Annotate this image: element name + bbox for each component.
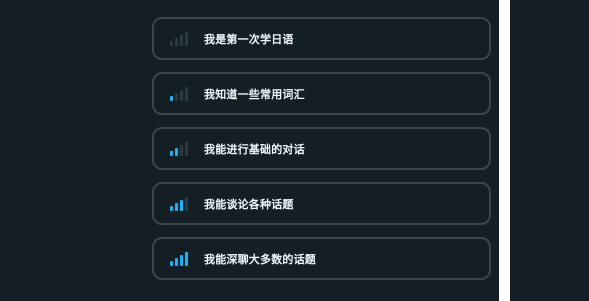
- proficiency-option-list: 我是第一次学日语 我知道一些常用词汇 我能进行基础的对话 我能谈论各种话题 我能…: [152, 17, 491, 292]
- level-option-4[interactable]: 我能谈论各种话题: [152, 182, 491, 225]
- signal-bar: [185, 86, 188, 101]
- signal-bar: [175, 37, 178, 46]
- signal-bar: [180, 254, 183, 266]
- signal-bar: [185, 141, 188, 156]
- signal-bar: [175, 257, 178, 266]
- level-option-label: 我能进行基础的对话: [204, 142, 305, 156]
- signal-bar: [170, 150, 173, 156]
- level-option-label: 我知道一些常用词汇: [204, 87, 305, 101]
- level-option-label: 我是第一次学日语: [204, 32, 294, 46]
- level-option-label: 我能深聊大多数的话题: [204, 252, 316, 266]
- signal-bar: [185, 31, 188, 46]
- signal-bar: [180, 89, 183, 101]
- level-option-5[interactable]: 我能深聊大多数的话题: [152, 237, 491, 280]
- signal-bar: [170, 205, 173, 211]
- signal-bar: [175, 92, 178, 101]
- signal-bars-icon: [170, 196, 190, 211]
- level-option-3[interactable]: 我能进行基础的对话: [152, 127, 491, 170]
- signal-bar: [180, 199, 183, 211]
- signal-bars-icon: [170, 86, 190, 101]
- signal-bar: [170, 40, 173, 46]
- side-panel: [510, 0, 589, 301]
- signal-bars-icon: [170, 31, 190, 46]
- signal-bar: [180, 144, 183, 156]
- level-option-1[interactable]: 我是第一次学日语: [152, 17, 491, 60]
- signal-bar: [175, 147, 178, 156]
- signal-bar: [185, 196, 188, 211]
- signal-bar: [180, 34, 183, 46]
- signal-bars-icon: [170, 141, 190, 156]
- level-option-2[interactable]: 我知道一些常用词汇: [152, 72, 491, 115]
- signal-bars-icon: [170, 251, 190, 266]
- level-option-label: 我能谈论各种话题: [204, 197, 294, 211]
- signal-bar: [170, 260, 173, 266]
- main-panel: 我是第一次学日语 我知道一些常用词汇 我能进行基础的对话 我能谈论各种话题 我能…: [0, 0, 499, 301]
- signal-bar: [185, 251, 188, 266]
- signal-bar: [175, 202, 178, 211]
- signal-bar: [170, 95, 173, 101]
